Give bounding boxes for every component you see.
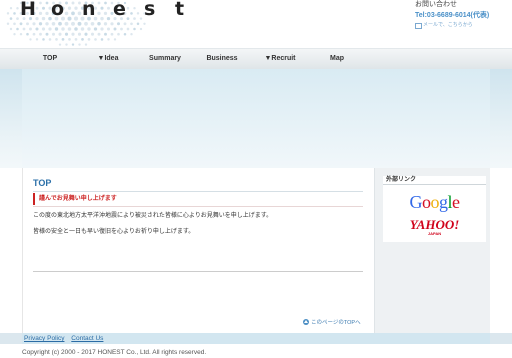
contact-us-link[interactable]: Contact Us — [71, 335, 103, 342]
arrow-up-icon — [303, 319, 309, 325]
yahoo-logo-subtext: JAPAN — [427, 231, 442, 236]
main-column: TOP 謹んでお見舞い申し上げます この度の東北地方太平洋沖地震により被災された… — [22, 168, 372, 333]
sidebar-title: 外部リンク — [383, 176, 486, 185]
copyright: Copyright (c) 2000 - 2017 HONEST Co., Lt… — [22, 349, 207, 356]
logo-letter: t — [175, 0, 185, 20]
google-logo-letter: e — [452, 192, 460, 212]
contact-phone: Tel:03-6689-6014(代表) — [415, 12, 490, 19]
contact-mail-link[interactable]: メールで、こちらから — [415, 21, 512, 29]
back-to-top-label: このページのTOPへ — [311, 320, 361, 326]
logo-letter: e — [113, 0, 126, 20]
google-logo-letter: o — [430, 192, 439, 212]
external-links-box: 外部リンク Google YAHOO! JAPAN — [383, 176, 486, 242]
footer-links: Privacy Policy Contact Us — [22, 333, 490, 344]
logo-letter: H — [20, 0, 36, 20]
back-to-top-link[interactable]: このページのTOPへ — [303, 318, 361, 326]
hero-image — [22, 69, 490, 168]
logo[interactable]: Honest — [20, 0, 206, 20]
privacy-policy-link[interactable]: Privacy Policy — [24, 335, 64, 342]
divider — [33, 191, 363, 192]
sidebar: 外部リンク Google YAHOO! JAPAN — [374, 168, 490, 333]
section-heading: 謹んでお見舞い申し上げます — [33, 193, 363, 205]
contact-title: お問い合わせ — [415, 1, 457, 8]
paragraph: この度の東北地方太平洋沖地震により被災された皆様に心よりお見舞いを申し上げます。 — [33, 213, 273, 219]
hero-banner — [0, 69, 512, 168]
global-nav: TOP ▼Idea Summary Business ▼Recruit Map — [0, 48, 512, 69]
paragraph: 皆様の安全と一日も早い復旧を心よりお祈り申し上げます。 — [33, 229, 195, 235]
google-logo-letter: G — [409, 192, 422, 212]
page-title: TOP — [33, 178, 52, 188]
content-area: TOP 謹んでお見舞い申し上げます この度の東北地方太平洋沖地震により被災された… — [0, 168, 512, 333]
yahoo-japan-link[interactable]: YAHOO! JAPAN — [383, 218, 486, 236]
nav-item-map[interactable]: Map — [302, 49, 372, 69]
logo-letter: o — [51, 0, 65, 20]
contact-block: お問い合わせ Tel:03-6689-6014(代表) メールで、こちらから — [415, 0, 512, 29]
logo-letter: s — [144, 0, 156, 20]
google-link[interactable]: Google — [383, 192, 486, 213]
logo-letter: n — [82, 0, 96, 20]
header: Honest お問い合わせ Tel:03-6689-6014(代表) メールで、… — [0, 0, 512, 48]
divider — [33, 271, 363, 272]
divider — [33, 206, 363, 207]
yahoo-logo-text: YAHOO! — [409, 217, 460, 232]
footer-bar: Privacy Policy Contact Us — [0, 333, 512, 344]
